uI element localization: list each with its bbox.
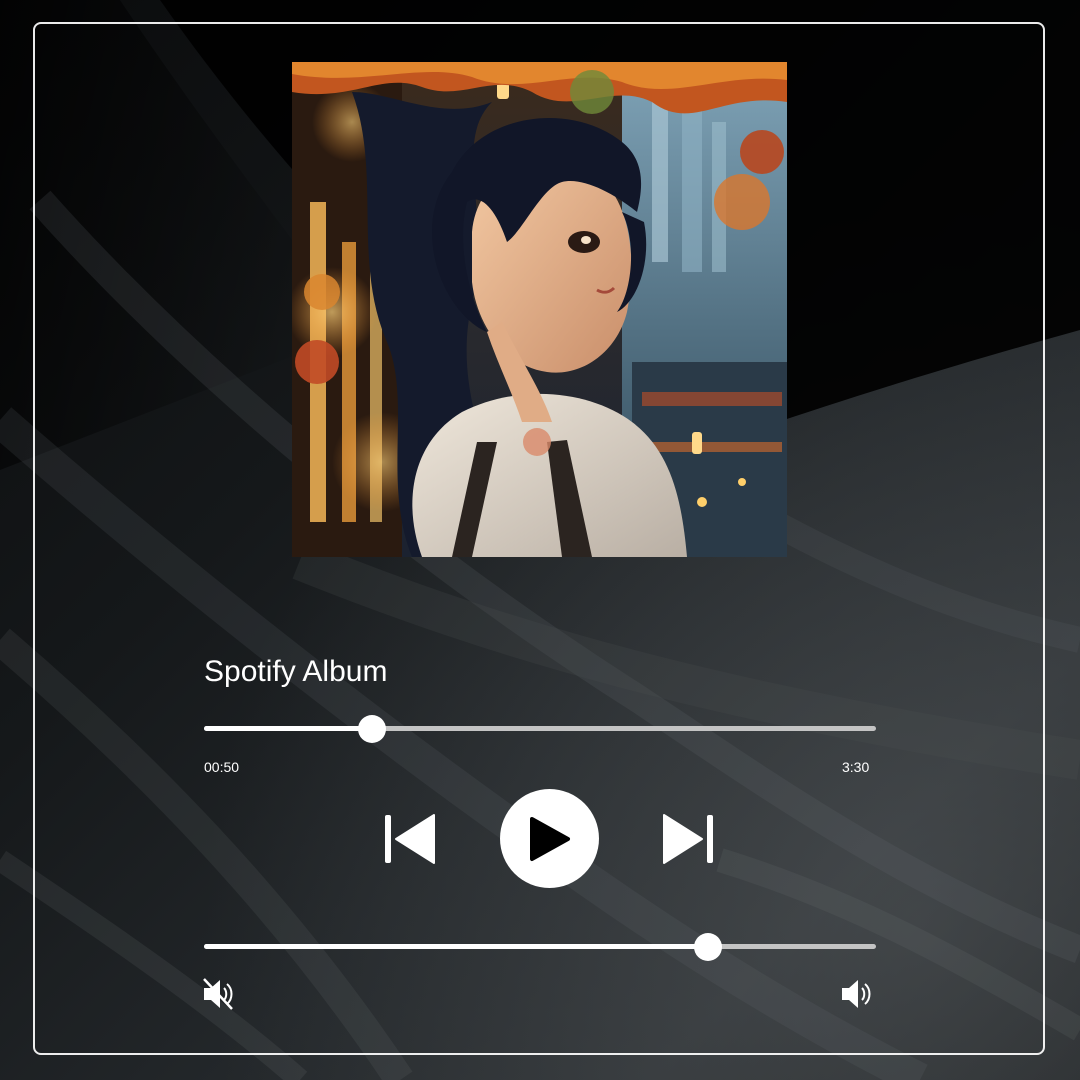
previous-track-button[interactable] — [382, 812, 438, 866]
volume-slider[interactable] — [204, 932, 876, 961]
player-card-background: Spotify Album 00:50 3:30 — [0, 0, 1080, 1080]
album-title: Spotify Album — [204, 655, 388, 688]
skip-next-icon — [663, 814, 713, 864]
playback-progress-bar[interactable] — [204, 714, 876, 743]
next-track-button[interactable] — [660, 812, 716, 866]
skip-previous-icon — [385, 814, 435, 864]
volume-handle[interactable] — [694, 932, 722, 961]
progress-fill — [204, 726, 372, 731]
volume-up-icon — [842, 980, 871, 1008]
volume-up-button[interactable] — [839, 976, 873, 1012]
volume-fill — [204, 944, 708, 949]
elapsed-time: 00:50 — [204, 759, 240, 775]
album-cover-image — [292, 62, 787, 557]
total-time: 3:30 — [842, 759, 870, 775]
play-button[interactable] — [500, 789, 599, 888]
mute-button[interactable] — [201, 976, 235, 1012]
progress-handle[interactable] — [358, 714, 386, 743]
volume-mute-icon — [203, 978, 233, 1010]
play-icon — [529, 816, 570, 861]
